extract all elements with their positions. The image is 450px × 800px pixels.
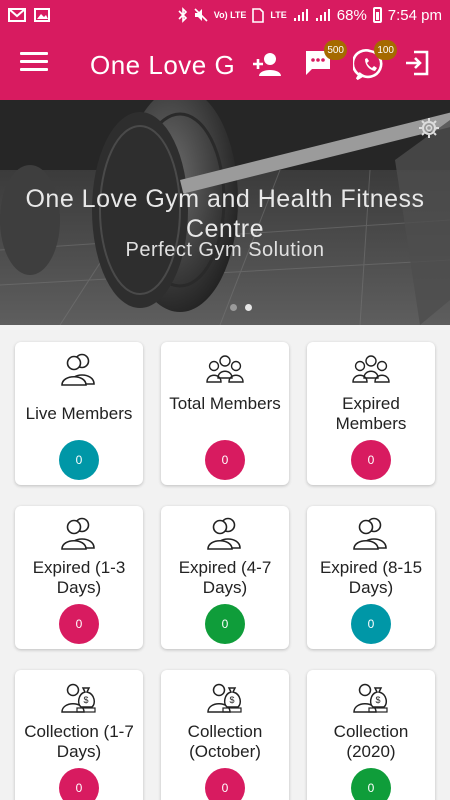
whatsapp-badge: 100 [374,40,397,60]
hamburger-line [20,60,48,63]
app-title: One Love Gym and Health Fitness Centre [90,50,233,80]
battery-icon [372,7,382,23]
group-icon [205,352,245,386]
dashboard-card[interactable]: Expired (4-7 Days) 0 [161,506,289,649]
dashboard-card[interactable]: Total Members 0 [161,342,289,485]
svg-text:$: $ [230,695,235,705]
person-add-icon [253,53,281,76]
person-pair-icon [351,516,391,550]
carousel-dots [230,304,252,311]
card-label: Collection (October) [187,722,263,761]
card-label: Collection (1-7 Days) [24,722,134,761]
network-type: LTE [270,9,287,20]
count-badge: 0 [351,440,391,480]
money-bag-person-icon: $ [351,680,391,714]
clock: 7:54 pm [387,6,442,24]
volte-indicator: Vo) LTE [213,9,247,20]
dashboard-card[interactable]: Expired (1-3 Days) 0 [15,506,143,649]
carousel-dot[interactable] [230,304,237,311]
status-right: Vo) LTE LTE 68% 7:54 pm [178,7,442,24]
dashboard-card[interactable]: Live Members 0 [15,342,143,485]
hero-banner[interactable]: One Love Gym and Health Fitness Centre P… [0,100,450,325]
dashboard-card[interactable]: $ Collection (October) 0 [161,670,289,800]
count-badge: 0 [59,768,99,800]
signal-icon-2 [315,9,330,21]
mute-icon [194,8,208,22]
battery-percent: 68% [336,6,367,24]
card-label: Total Members [169,394,281,413]
count-badge: 0 [205,604,245,644]
signal-icon [293,9,308,21]
dashboard-card[interactable]: $ Collection (2020) 0 [307,670,435,800]
whatsapp-button[interactable]: 100 [351,40,397,82]
gear-icon[interactable] [418,117,440,139]
count-badge: 0 [351,604,391,644]
status-left [8,8,50,22]
card-label: Expired (1-3 Days) [32,558,126,597]
app-bar: One Love Gym and Health Fitness Centre 5… [0,30,450,100]
person-pair-icon [59,352,99,386]
banner-title: One Love Gym and Health Fitness Centre [25,185,425,243]
dashboard-card[interactable]: Expired Members 0 [307,342,435,485]
svg-text:$: $ [84,695,89,705]
status-bar: Vo) LTE LTE 68% 7:54 pm [0,0,450,30]
svg-text:$: $ [376,695,381,705]
hamburger-line [20,68,48,71]
hamburger-icon [20,52,48,55]
count-badge: 0 [351,768,391,800]
count-badge: 0 [205,440,245,480]
money-bag-person-icon: $ [59,680,99,714]
dashboard-card[interactable]: Expired (8-15 Days) 0 [307,506,435,649]
sim-icon [252,7,265,23]
gmail-icon [8,8,26,22]
messages-button[interactable]: 500 [303,40,347,82]
gallery-icon [34,8,50,22]
carousel-dot-active[interactable] [245,304,252,311]
bluetooth-icon [178,7,187,23]
card-label: Expired (8-15 Days) [319,558,423,597]
card-label: Expired (4-7 Days) [178,558,272,597]
logout-button[interactable] [402,48,436,82]
count-badge: 0 [59,440,99,480]
person-pair-icon [205,516,245,550]
count-badge: 0 [59,604,99,644]
money-bag-person-icon: $ [205,680,245,714]
banner-subtitle: Perfect Gym Solution [125,239,325,261]
messages-badge: 500 [324,40,347,60]
menu-button[interactable] [20,52,48,78]
card-label: Live Members [25,404,133,423]
group-icon [351,352,391,386]
person-pair-icon [59,516,99,550]
logout-icon [406,50,429,76]
dashboard-card[interactable]: $ Collection (1-7 Days) 0 [15,670,143,800]
card-label: Expired Members [335,394,407,433]
add-member-button[interactable] [250,48,284,82]
card-label: Collection (2020) [333,722,409,761]
count-badge: 0 [205,768,245,800]
